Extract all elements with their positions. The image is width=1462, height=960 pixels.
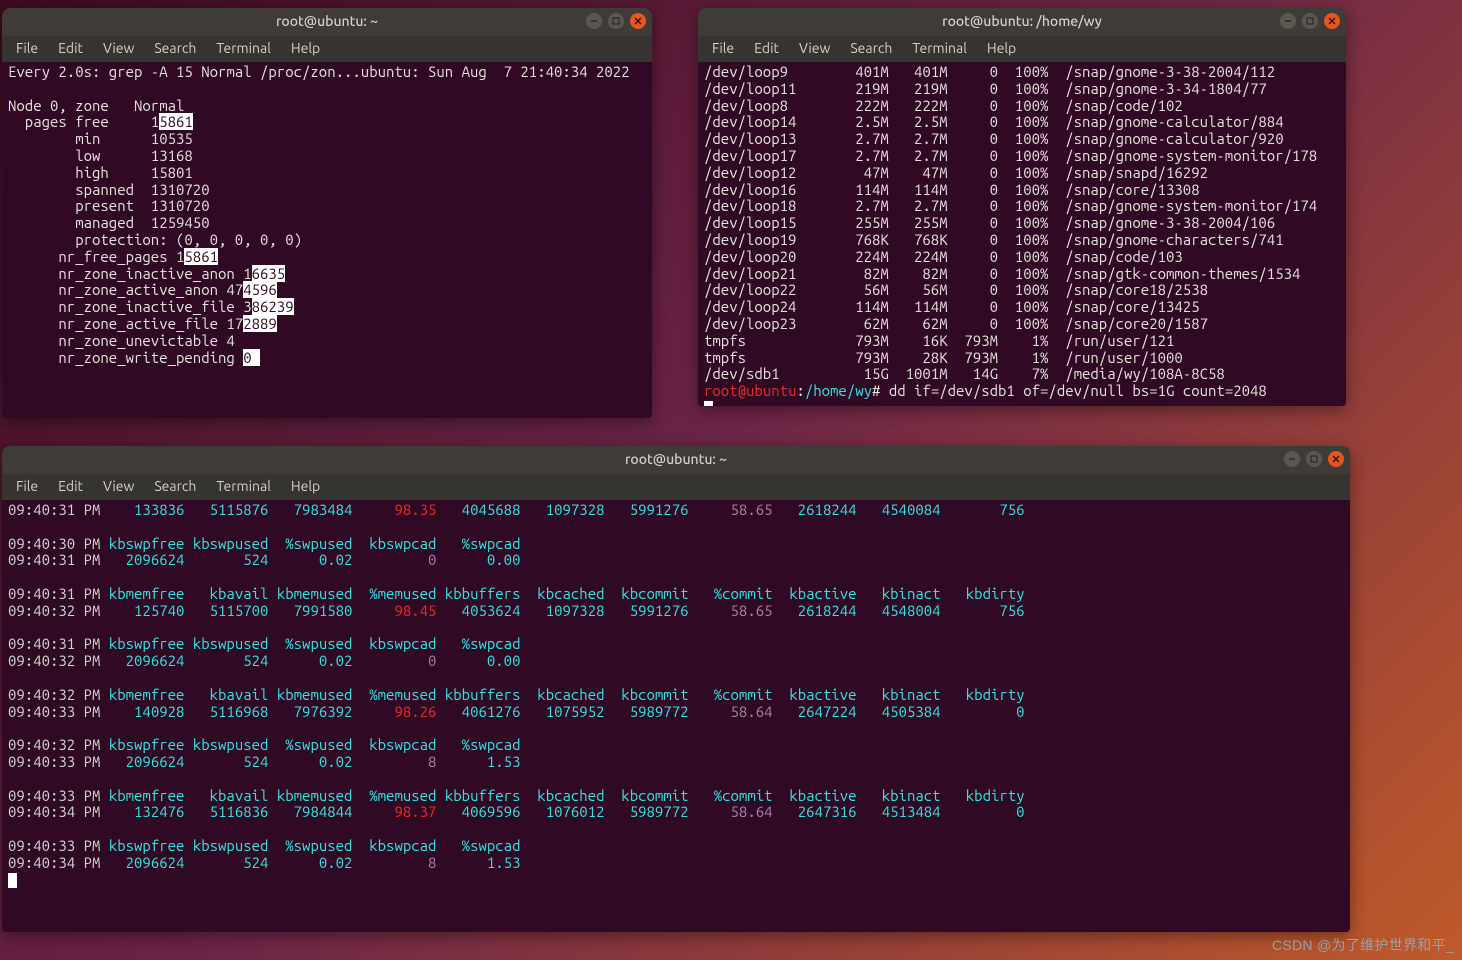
window-controls	[1280, 13, 1340, 29]
menu-edit[interactable]: Edit	[48, 38, 93, 60]
window-title: root@ubuntu: /home/wy	[942, 14, 1102, 30]
terminal-window-df: root@ubuntu: /home/wy File Edit View Sea…	[698, 8, 1346, 406]
menu-help[interactable]: Help	[977, 38, 1026, 60]
menu-help[interactable]: Help	[281, 476, 330, 498]
menu-file[interactable]: File	[6, 476, 48, 498]
minimize-button[interactable]	[586, 13, 602, 29]
close-button[interactable]	[630, 13, 646, 29]
titlebar[interactable]: root@ubuntu: /home/wy	[698, 8, 1346, 36]
maximize-button[interactable]	[1302, 13, 1318, 29]
terminal-window-watch: root@ubuntu: ~ File Edit View Search Ter…	[2, 8, 652, 418]
terminal-window-sar: root@ubuntu: ~ File Edit View Search Ter…	[2, 446, 1350, 932]
menu-terminal[interactable]: Terminal	[206, 476, 281, 498]
menu-search[interactable]: Search	[144, 476, 206, 498]
menu-terminal[interactable]: Terminal	[902, 38, 977, 60]
close-button[interactable]	[1328, 451, 1344, 467]
menu-view[interactable]: View	[93, 38, 144, 60]
maximize-button[interactable]	[1306, 451, 1322, 467]
window-title: root@ubuntu: ~	[276, 14, 378, 30]
menu-view[interactable]: View	[93, 476, 144, 498]
watermark: CSDN @为了维护世界和平_	[1272, 938, 1454, 954]
minimize-button[interactable]	[1284, 451, 1300, 467]
menu-search[interactable]: Search	[840, 38, 902, 60]
titlebar[interactable]: root@ubuntu: ~	[2, 8, 652, 36]
terminal-body[interactable]: Every 2.0s: grep -A 15 Normal /proc/zon.…	[2, 62, 652, 418]
menubar: File Edit View Search Terminal Help	[698, 36, 1346, 62]
menubar: File Edit View Search Terminal Help	[2, 36, 652, 62]
menu-help[interactable]: Help	[281, 38, 330, 60]
titlebar[interactable]: root@ubuntu: ~	[2, 446, 1350, 474]
terminal-body[interactable]: 09:40:31 PM 133836 5115876 7983484 98.35…	[2, 500, 1350, 932]
minimize-button[interactable]	[1280, 13, 1296, 29]
window-title: root@ubuntu: ~	[625, 452, 727, 468]
maximize-button[interactable]	[608, 13, 624, 29]
menu-view[interactable]: View	[789, 38, 840, 60]
menubar: File Edit View Search Terminal Help	[2, 474, 1350, 500]
window-controls	[586, 13, 646, 29]
menu-terminal[interactable]: Terminal	[206, 38, 281, 60]
menu-search[interactable]: Search	[144, 38, 206, 60]
menu-file[interactable]: File	[702, 38, 744, 60]
menu-edit[interactable]: Edit	[744, 38, 789, 60]
close-button[interactable]	[1324, 13, 1340, 29]
window-controls	[1284, 451, 1344, 467]
menu-file[interactable]: File	[6, 38, 48, 60]
terminal-body[interactable]: /dev/loop9 401M 401M 0 100% /snap/gnome-…	[698, 62, 1346, 406]
menu-edit[interactable]: Edit	[48, 476, 93, 498]
